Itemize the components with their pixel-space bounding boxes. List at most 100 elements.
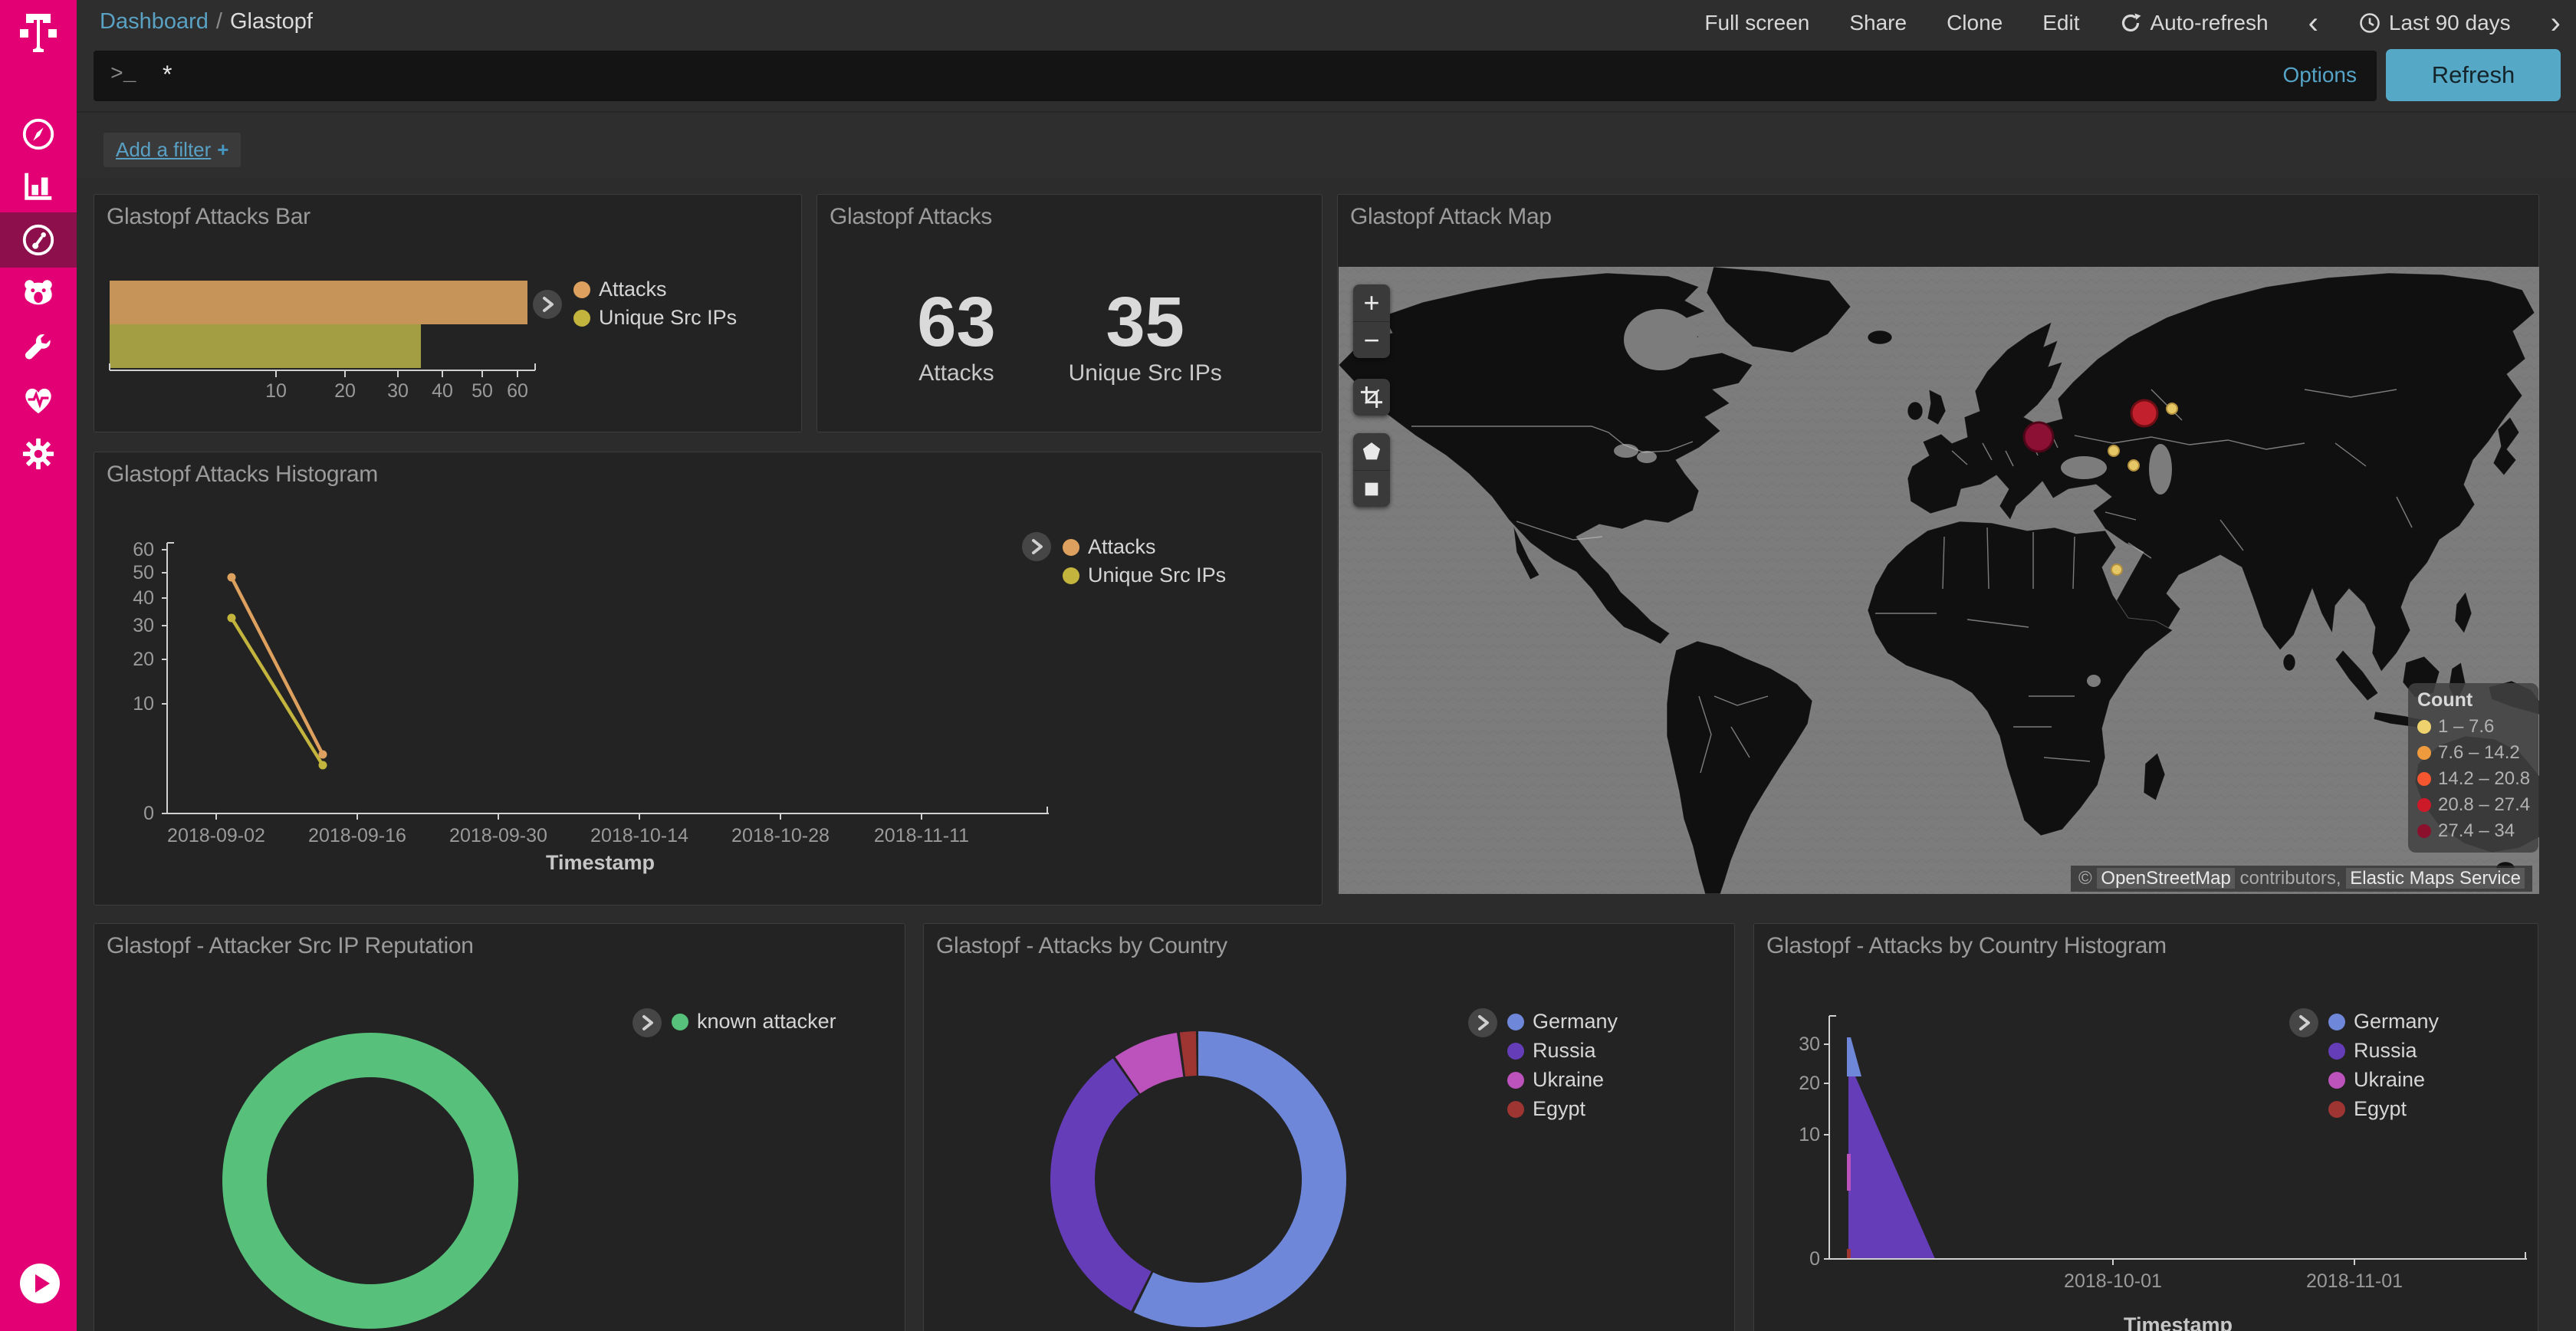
legend-dot <box>573 281 590 298</box>
x-tick: 2018-10-01 <box>2036 1270 2190 1293</box>
edit-button[interactable]: Edit <box>2042 11 2079 35</box>
attack-dot-egypt[interactable] <box>2111 564 2122 575</box>
fit-data-bounds-button[interactable] <box>1353 379 1390 416</box>
data-point[interactable] <box>228 573 236 582</box>
telekom-logo[interactable] <box>14 6 63 55</box>
area-ukraine[interactable] <box>1847 1154 1851 1191</box>
legend-item-ukraine[interactable]: Ukraine <box>2328 1068 2425 1092</box>
wrench-icon <box>21 330 56 365</box>
legend-dot <box>2328 1014 2345 1030</box>
legend-toggle-button[interactable] <box>632 1008 662 1037</box>
attack-dot-germany-poland[interactable] <box>2024 422 2053 452</box>
sidebar-item-dashboard[interactable] <box>0 212 77 268</box>
x-tick: 2018-11-01 <box>2278 1270 2431 1293</box>
legend-toggle-button[interactable] <box>533 290 562 319</box>
world-map[interactable] <box>1339 267 2539 894</box>
sidebar-item-monitoring[interactable] <box>0 373 77 428</box>
x-tick: 2018-09-30 <box>422 825 575 847</box>
y-tick: 20 <box>108 649 154 671</box>
topbar-menu: Full screen Share Clone Edit Auto-refres… <box>1704 0 2561 46</box>
draw-polygon-button[interactable] <box>1353 433 1390 470</box>
attacks-line[interactable] <box>232 577 323 754</box>
osm-link[interactable]: OpenStreetMap <box>2097 868 2234 889</box>
sidebar-item-discover[interactable] <box>0 107 77 162</box>
x-tick: 2018-11-11 <box>845 825 998 847</box>
plus-icon: + <box>217 138 228 161</box>
legend-item-egypt[interactable]: Egypt <box>1507 1097 1585 1121</box>
add-filter-button[interactable]: Add a filter+ <box>104 133 241 167</box>
legend-dot <box>1063 567 1079 584</box>
map-zoom-controls: + − <box>1353 284 1390 358</box>
y-tick: 60 <box>108 539 154 561</box>
legend-dot <box>573 310 590 327</box>
legend-item-russia[interactable]: Russia <box>2328 1039 2417 1063</box>
legend-toggle-button[interactable] <box>1022 532 1051 561</box>
sidebar-expand-button[interactable] <box>20 1264 60 1303</box>
draw-rectangle-button[interactable] <box>1353 470 1390 507</box>
sidebar-item-tpot-bear[interactable] <box>0 266 77 321</box>
map-fit-control <box>1353 379 1390 416</box>
legend-item-unique-src-ips[interactable]: Unique Src IPs <box>573 306 737 330</box>
breadcrumb: Dashboard/Glastopf <box>100 9 313 35</box>
bucket-dot <box>2417 772 2431 786</box>
chevron-right-icon <box>533 290 562 319</box>
legend-item-known-attacker[interactable]: known attacker <box>672 1010 836 1034</box>
metric-value: 63 <box>917 287 995 357</box>
legend-dot <box>1507 1014 1524 1030</box>
area-russia[interactable] <box>1848 1076 1935 1259</box>
auto-refresh-button[interactable]: Auto-refresh <box>2119 11 2268 35</box>
legend-item-ukraine[interactable]: Ukraine <box>1507 1068 1604 1092</box>
attack-dot-ukraine-north[interactable] <box>2108 445 2119 456</box>
legend-toggle-button[interactable] <box>2289 1008 2318 1037</box>
legend-item-attacks[interactable]: Attacks <box>1063 535 1156 559</box>
country-donut <box>1045 1026 1352 1331</box>
time-forward-button[interactable]: › <box>2551 12 2561 34</box>
zoom-in-button[interactable]: + <box>1353 284 1390 321</box>
refresh-button[interactable]: Refresh <box>2386 49 2561 101</box>
attack-dot-ukraine-central[interactable] <box>2128 460 2139 471</box>
ems-link[interactable]: Elastic Maps Service <box>2346 868 2525 889</box>
legend-item-unique-src-ips[interactable]: Unique Src IPs <box>1063 564 1226 587</box>
panel-attacks-histogram: Glastopf Attacks Histogram <box>94 452 1322 905</box>
y-tick: 30 <box>108 615 154 637</box>
slice-known-attacker[interactable] <box>245 1055 496 1306</box>
breadcrumb-dashboard-link[interactable]: Dashboard <box>100 9 209 34</box>
attacks-bar[interactable] <box>110 281 527 324</box>
attack-dot-moscow[interactable] <box>2131 400 2157 426</box>
data-point[interactable] <box>319 751 327 759</box>
panel-attacks-metric: Glastopf Attacks 63 Attacks 35 Unique Sr… <box>816 194 1322 432</box>
zoom-out-button[interactable]: − <box>1353 321 1390 358</box>
area-germany[interactable] <box>1847 1037 1861 1076</box>
sidebar-item-visualize[interactable] <box>0 159 77 214</box>
data-point[interactable] <box>228 614 236 623</box>
legend-item-egypt[interactable]: Egypt <box>2328 1097 2407 1121</box>
attack-dot-russia-east[interactable] <box>2167 403 2177 414</box>
area-egypt[interactable] <box>1847 1249 1851 1259</box>
legend-toggle-button[interactable] <box>1468 1008 1497 1037</box>
x-tick: 2018-10-28 <box>704 825 857 847</box>
metric-label: Attacks <box>917 360 995 386</box>
legend-item-russia[interactable]: Russia <box>1507 1039 1596 1063</box>
legend-dot <box>1507 1043 1524 1060</box>
legend-item-attacks[interactable]: Attacks <box>573 278 667 301</box>
sidebar-item-devtools[interactable] <box>0 320 77 375</box>
time-back-button[interactable]: ‹ <box>2308 12 2318 34</box>
share-button[interactable]: Share <box>1849 11 1907 35</box>
search-input[interactable]: >_ * Options <box>94 51 2377 101</box>
polygon-icon <box>1359 439 1384 464</box>
sidebar-item-management[interactable] <box>0 426 77 481</box>
legend-dot <box>2328 1043 2345 1060</box>
legend-dot <box>672 1014 688 1030</box>
full-screen-button[interactable]: Full screen <box>1704 11 1809 35</box>
time-range-picker[interactable]: Last 90 days <box>2358 11 2511 35</box>
clone-button[interactable]: Clone <box>1947 11 2003 35</box>
legend-item-germany[interactable]: Germany <box>1507 1010 1618 1034</box>
data-point[interactable] <box>319 761 327 770</box>
x-tick: 2018-09-16 <box>281 825 434 847</box>
clock-icon <box>2358 12 2381 35</box>
map-legend: Count 1 – 7.6 7.6 – 14.2 14.2 – 20.8 20.… <box>2408 683 2538 853</box>
legend-item-germany[interactable]: Germany <box>2328 1010 2439 1034</box>
unique-src-ips-bar[interactable] <box>110 324 421 368</box>
query-options-link[interactable]: Options <box>2283 63 2358 87</box>
unique-src-ips-line[interactable] <box>232 618 323 765</box>
